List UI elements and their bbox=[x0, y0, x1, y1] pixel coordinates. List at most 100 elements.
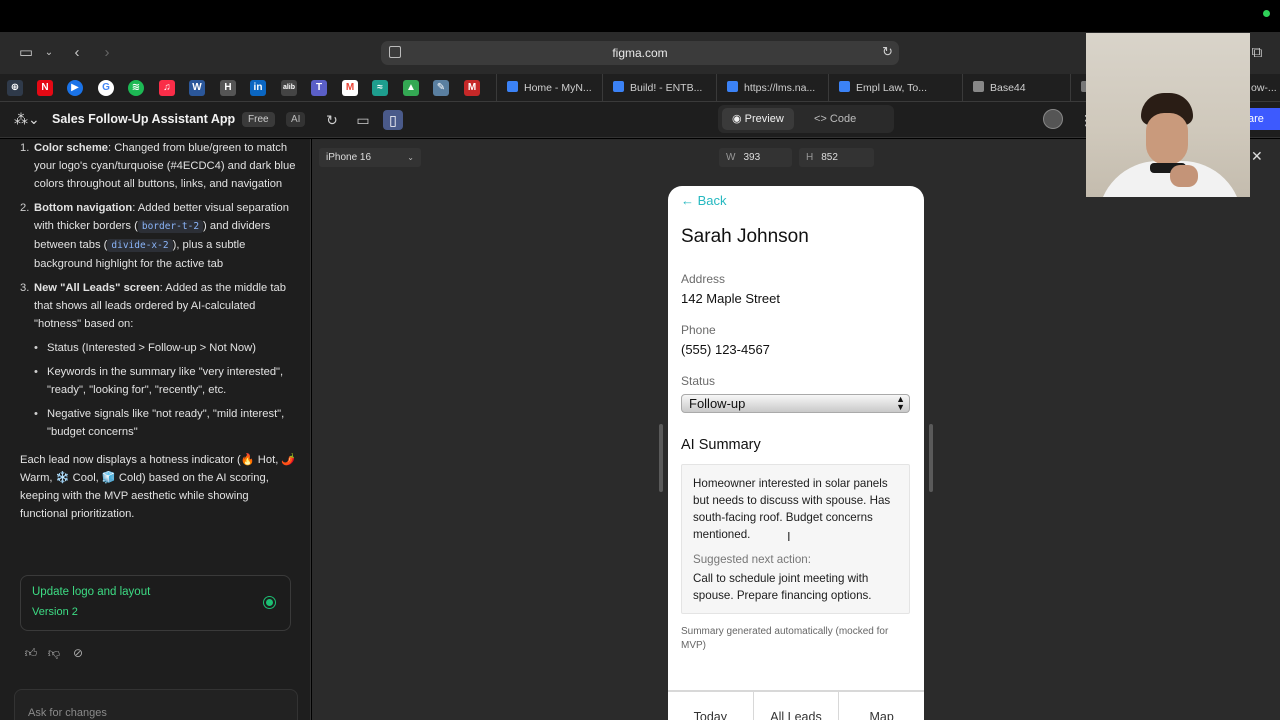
list-item-heading: Bottom navigation bbox=[34, 202, 133, 214]
address-bar[interactable]: figma.com ↻ bbox=[381, 41, 899, 65]
phone-value[interactable]: (555) 123-4567 bbox=[681, 342, 770, 357]
restore-icon[interactable]: ⊘ bbox=[70, 646, 86, 662]
shield-icon bbox=[727, 81, 738, 92]
mobile-view-icon[interactable]: ▯ bbox=[383, 110, 403, 130]
close-icon[interactable]: ✕ bbox=[1251, 148, 1263, 165]
version-title: Update logo and layout bbox=[32, 586, 151, 598]
lead-name: Sarah Johnson bbox=[681, 226, 809, 247]
version-card[interactable]: Update logo and layout Version 2 bbox=[20, 575, 291, 631]
active-version-icon bbox=[264, 597, 275, 608]
code-snippet: divide-x-2 bbox=[107, 239, 173, 252]
sub-list-item: Negative signals like "not ready", "mild… bbox=[20, 405, 296, 441]
ask-input[interactable]: Ask for changes bbox=[14, 689, 298, 720]
status-select[interactable]: Follow-up ▲ ▼ bbox=[681, 394, 910, 413]
code-snippet: border-t-2 bbox=[137, 220, 204, 233]
tool-favicon-icon[interactable]: ✎ bbox=[433, 80, 449, 96]
chevron-down-icon[interactable]: ⌄ bbox=[225, 112, 233, 123]
code-mode-button[interactable]: <> Code bbox=[804, 108, 866, 130]
width-field[interactable]: W 393 bbox=[719, 148, 792, 167]
forward-arrow-icon[interactable]: › bbox=[96, 42, 118, 64]
webcam-person-hand bbox=[1170, 165, 1198, 187]
address-value: 142 Maple Street bbox=[681, 291, 781, 306]
linkedin-favicon-icon[interactable]: in bbox=[250, 80, 266, 96]
reload-icon[interactable]: ↻ bbox=[882, 44, 893, 60]
desktop-view-icon[interactable]: ▭ bbox=[353, 110, 373, 130]
list-number: 1. bbox=[20, 142, 30, 154]
closing-paragraph: Each lead now displays a hotness indicat… bbox=[20, 454, 296, 520]
teams-favicon-icon[interactable]: T bbox=[311, 80, 327, 96]
drive-favicon-icon[interactable]: ▲ bbox=[403, 80, 419, 96]
width-label: W bbox=[726, 152, 736, 163]
next-action-text: Call to schedule joint meeting with spou… bbox=[693, 572, 872, 602]
figma-menu-icon[interactable]: ⁂⌄ bbox=[14, 111, 40, 128]
webcam-overlay bbox=[1086, 33, 1250, 197]
browser-tab[interactable]: Base44 bbox=[962, 74, 1070, 102]
tab-label: Empl Law, To... bbox=[856, 82, 928, 94]
plan-badge: Free bbox=[242, 112, 275, 127]
select-arrows-icon: ▲ ▼ bbox=[896, 394, 905, 412]
bottom-navigation: Today All Leads Map bbox=[668, 690, 924, 720]
preview-mode-label: Preview bbox=[744, 113, 784, 125]
chevron-down-icon[interactable]: ⌄ bbox=[38, 42, 60, 64]
thumbs-up-icon[interactable]: 👍︎ bbox=[23, 646, 39, 662]
text-cursor-icon: I bbox=[787, 529, 791, 544]
back-arrow-icon[interactable]: ‹ bbox=[66, 42, 88, 64]
list-item-heading: Color scheme bbox=[34, 142, 108, 154]
browser-tab[interactable]: Build! - ENTB... bbox=[602, 74, 716, 102]
tab-label: Base44 bbox=[990, 82, 1026, 94]
figma-favicon-icon[interactable]: ⊕ bbox=[7, 80, 23, 96]
device-value: iPhone 16 bbox=[326, 152, 372, 163]
netflix-favicon-icon[interactable]: N bbox=[37, 80, 53, 96]
resize-handle-right[interactable] bbox=[929, 424, 933, 492]
avatar[interactable] bbox=[1043, 109, 1063, 129]
sub-list-item: Status (Interested > Follow-up > Not Now… bbox=[20, 339, 296, 357]
refresh-icon[interactable]: ↻ bbox=[322, 110, 342, 130]
tab-today[interactable]: Today bbox=[668, 692, 754, 720]
device-select[interactable]: iPhone 16 ⌄ bbox=[319, 148, 421, 167]
webcam-person-face bbox=[1146, 113, 1188, 165]
back-link[interactable]: ← Back bbox=[681, 193, 727, 208]
ai-summary-text: Homeowner interested in solar panels but… bbox=[693, 477, 891, 541]
height-label: H bbox=[806, 152, 814, 163]
browser-tab[interactable]: Home - MyN... bbox=[496, 74, 602, 102]
chevron-down-icon: ⌄ bbox=[407, 153, 414, 162]
list-item: 1. Color scheme: Changed from blue/green… bbox=[20, 139, 296, 193]
width-value: 393 bbox=[743, 152, 761, 163]
list-number: 3. bbox=[20, 282, 30, 294]
resize-handle-left[interactable] bbox=[659, 424, 663, 492]
phone-label: Phone bbox=[681, 323, 716, 337]
word-favicon-icon[interactable]: W bbox=[189, 80, 205, 96]
camera-indicator-icon bbox=[1263, 10, 1270, 17]
list-item: 3. New "All Leads" screen: Added as the … bbox=[20, 279, 296, 333]
browser-tab[interactable]: Empl Law, To... bbox=[828, 74, 942, 102]
app-favicon-icon[interactable]: ≈ bbox=[372, 80, 388, 96]
hbr-favicon-icon[interactable]: H bbox=[220, 80, 236, 96]
music-favicon-icon[interactable]: ♫ bbox=[159, 80, 175, 96]
shield-icon bbox=[613, 81, 624, 92]
list-number: 2. bbox=[20, 202, 30, 214]
shield-icon bbox=[507, 81, 518, 92]
alib-favicon-icon[interactable]: alib bbox=[281, 80, 297, 96]
browser-tab[interactable]: https://lms.na... bbox=[716, 74, 828, 102]
play-favicon-icon[interactable]: ▶ bbox=[67, 80, 83, 96]
tab-map[interactable]: Map bbox=[839, 692, 924, 720]
preview-code-toggle: ◉ Preview <> Code bbox=[718, 105, 894, 133]
m-favicon-icon[interactable]: M bbox=[464, 80, 480, 96]
ai-summary-box: Homeowner interested in solar panels but… bbox=[681, 464, 910, 614]
preview-mode-button[interactable]: ◉ Preview bbox=[722, 108, 794, 130]
project-title[interactable]: Sales Follow-Up Assistant App bbox=[52, 112, 235, 126]
google-favicon-icon[interactable]: G bbox=[98, 80, 114, 96]
tab-label: Build! - ENTB... bbox=[630, 82, 703, 94]
tab-all-leads[interactable]: All Leads bbox=[754, 692, 840, 720]
thumbs-down-icon[interactable]: 👎︎ bbox=[46, 646, 62, 662]
spotify-favicon-icon[interactable]: ≋ bbox=[128, 80, 144, 96]
sidebar-toggle-icon[interactable]: ▭ bbox=[15, 42, 37, 64]
ai-summary-title: AI Summary bbox=[681, 437, 761, 453]
list-item-heading: New "All Leads" screen bbox=[34, 282, 160, 294]
chat-panel: 1. Color scheme: Changed from blue/green… bbox=[0, 139, 311, 720]
version-label: Version 2 bbox=[32, 606, 78, 618]
ai-badge[interactable]: AI bbox=[286, 112, 306, 127]
gmail-favicon-icon[interactable]: M bbox=[342, 80, 358, 96]
status-label: Status bbox=[681, 374, 716, 388]
height-field[interactable]: H 852 bbox=[799, 148, 874, 167]
